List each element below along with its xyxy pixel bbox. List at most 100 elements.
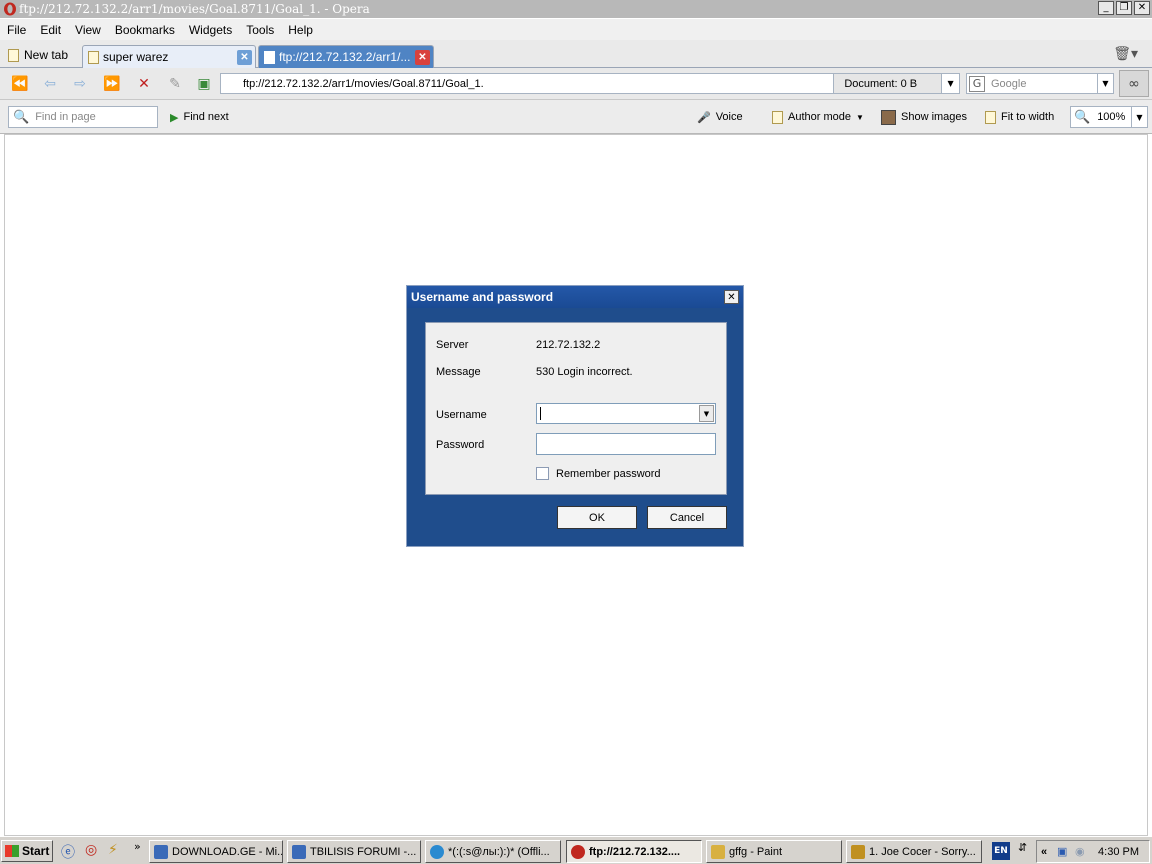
address-url[interactable]: ftp://212.72.132.2/arr1/movies/Goal.8711… bbox=[243, 78, 833, 90]
task-label: TBILISIS FORUMI -... bbox=[310, 845, 417, 858]
close-window-button[interactable]: ✕ bbox=[1134, 1, 1150, 15]
page-icon bbox=[88, 50, 99, 64]
address-dropdown-icon[interactable]: ▼ bbox=[941, 74, 959, 93]
play-icon: ▶ bbox=[170, 111, 179, 124]
checkbox-box[interactable] bbox=[536, 467, 549, 480]
menu-tools[interactable]: Tools bbox=[241, 23, 279, 37]
password-field[interactable] bbox=[536, 433, 716, 455]
menu-view[interactable]: View bbox=[70, 23, 106, 37]
opera-task-icon bbox=[571, 844, 585, 859]
taskbar-item-paint[interactable]: gffg - Paint bbox=[706, 840, 842, 863]
add-bookmark-icon[interactable]: ▣ bbox=[194, 75, 214, 93]
tab-ftp[interactable]: ftp://212.72.132.2/arr1/... ✕ bbox=[258, 45, 434, 68]
username-field[interactable]: ▼ bbox=[536, 403, 716, 424]
trash-icon[interactable]: 🗑▾ bbox=[1113, 46, 1138, 62]
network-tray-icon[interactable]: ▣ bbox=[1057, 845, 1067, 858]
start-button[interactable]: Start bbox=[1, 840, 53, 862]
glasses-icon[interactable]: ∞ bbox=[1119, 70, 1149, 97]
show-images-button[interactable]: Show images bbox=[881, 108, 967, 126]
navigation-toolbar: ⏪ ⇦ ⇨ ⏩ ✕ ✎ ▣ ftp://212.72.132.2/arr1/mo… bbox=[0, 68, 1152, 100]
close-tab-icon[interactable]: ✕ bbox=[415, 49, 430, 65]
forward-icon[interactable]: ⇨ bbox=[70, 75, 90, 93]
fit-to-width-icon bbox=[985, 110, 996, 124]
zoom-control[interactable]: 🔍 100% ▼ bbox=[1070, 106, 1148, 128]
tab-super-warez[interactable]: super warez ✕ bbox=[82, 45, 256, 68]
search-icon: 🔍 bbox=[13, 109, 30, 125]
language-indicator[interactable]: EN bbox=[992, 842, 1010, 860]
taskbar-item-tbilisis[interactable]: TBILISIS FORUMI -... bbox=[287, 840, 421, 863]
document-size: Document: 0 B bbox=[833, 74, 942, 93]
taskbar-item-chat[interactable]: *(:(:s@лы:):)* (Offli... bbox=[425, 840, 561, 863]
find-in-page-input[interactable]: 🔍 Find in page bbox=[8, 106, 158, 128]
voice-button[interactable]: 🎤 Voice bbox=[697, 108, 743, 126]
minimize-button[interactable]: _ bbox=[1098, 1, 1114, 15]
fast-forward-icon[interactable]: ⏩ bbox=[102, 75, 122, 93]
task-label: gffg - Paint bbox=[729, 845, 782, 858]
menu-bar: File Edit View Bookmarks Widgets Tools H… bbox=[0, 19, 1152, 40]
rewind-icon[interactable]: ⏪ bbox=[10, 75, 30, 93]
taskbar-options-icon[interactable]: ⇵ bbox=[1018, 841, 1027, 854]
username-label: Username bbox=[436, 409, 487, 421]
show-images-label: Show images bbox=[901, 111, 968, 123]
security-tray-icon[interactable]: ◉ bbox=[1075, 845, 1085, 858]
dialog-title: Username and password bbox=[407, 286, 743, 308]
edit-icon[interactable]: ✎ bbox=[165, 75, 185, 93]
taskbar-item-opera[interactable]: ftp://212.72.132.... bbox=[566, 840, 702, 863]
zoom-dropdown-icon[interactable]: ▼ bbox=[1131, 107, 1147, 127]
window-title: ftp://212.72.132.2/arr1/movies/Goal.8711… bbox=[19, 2, 370, 16]
menu-widgets[interactable]: Widgets bbox=[184, 23, 237, 37]
back-icon[interactable]: ⇦ bbox=[40, 75, 60, 93]
find-toolbar: 🔍 Find in page ▶ Find next 🎤 Voice Autho… bbox=[0, 100, 1152, 134]
system-tray: « ▣ ◉ 4:30 PM bbox=[1036, 840, 1150, 863]
new-tab-button[interactable]: New tab bbox=[8, 44, 68, 66]
fit-to-width-button[interactable]: Fit to width bbox=[985, 108, 1054, 126]
server-value: 212.72.132.2 bbox=[536, 339, 601, 351]
search-engine-dropdown-icon[interactable]: ▼ bbox=[1097, 74, 1113, 93]
clock[interactable]: 4:30 PM bbox=[1098, 846, 1139, 858]
menu-edit[interactable]: Edit bbox=[35, 23, 66, 37]
task-label: 1. Joe Cocer - Sorry... bbox=[869, 845, 976, 858]
close-tab-icon[interactable]: ✕ bbox=[237, 49, 252, 65]
search-input[interactable]: Google bbox=[991, 78, 1097, 90]
cancel-button[interactable]: Cancel bbox=[647, 506, 727, 529]
ok-button[interactable]: OK bbox=[557, 506, 637, 529]
opera-quicklaunch-icon[interactable]: ◎ bbox=[85, 842, 97, 858]
chevron-down-icon: ▼ bbox=[855, 112, 864, 122]
restore-button[interactable]: ❐ bbox=[1116, 1, 1132, 15]
search-box[interactable]: G Google ▼ bbox=[966, 73, 1114, 94]
menu-help[interactable]: Help bbox=[283, 23, 318, 37]
find-next-button[interactable]: ▶ Find next bbox=[170, 108, 229, 126]
more-quicklaunch-icon[interactable]: » bbox=[134, 840, 141, 853]
find-placeholder: Find in page bbox=[35, 111, 96, 123]
microphone-icon: 🎤 bbox=[697, 111, 711, 124]
menu-file[interactable]: File bbox=[2, 23, 31, 37]
ie-quicklaunch-icon[interactable]: ⓔ bbox=[61, 842, 75, 862]
text-cursor bbox=[540, 407, 541, 420]
tray-expand-icon[interactable]: « bbox=[1041, 846, 1047, 858]
stop-icon[interactable]: ✕ bbox=[134, 75, 154, 93]
username-dropdown-icon[interactable]: ▼ bbox=[699, 405, 714, 422]
menu-bookmarks[interactable]: Bookmarks bbox=[110, 23, 180, 37]
author-mode-label: Author mode bbox=[788, 111, 851, 123]
zoom-value: 100% bbox=[1097, 111, 1126, 123]
address-bar[interactable]: ftp://212.72.132.2/arr1/movies/Goal.8711… bbox=[220, 73, 960, 94]
browser-task-icon bbox=[292, 844, 306, 859]
winamp-quicklaunch-icon[interactable]: ⚡ bbox=[108, 842, 118, 858]
taskbar-item-download[interactable]: DOWNLOAD.GE - Mi... bbox=[149, 840, 283, 863]
find-next-label: Find next bbox=[183, 111, 229, 123]
dialog-close-button[interactable]: ✕ bbox=[724, 290, 739, 304]
new-tab-label: New tab bbox=[24, 48, 69, 62]
browser-task-icon bbox=[154, 844, 168, 859]
paint-task-icon bbox=[711, 844, 725, 859]
taskbar-item-winamp[interactable]: 1. Joe Cocer - Sorry... bbox=[846, 840, 982, 863]
tab-bar: New tab super warez ✕ ftp://212.72.132.2… bbox=[0, 40, 1152, 68]
tab-label: ftp://212.72.132.2/arr1/... bbox=[279, 50, 411, 64]
fit-to-width-label: Fit to width bbox=[1001, 111, 1055, 123]
server-label: Server bbox=[436, 339, 469, 351]
zoom-icon: 🔍 bbox=[1074, 109, 1091, 125]
tab-label: super warez bbox=[103, 50, 169, 64]
author-mode-button[interactable]: Author mode ▼ bbox=[772, 108, 864, 126]
opera-logo-icon bbox=[4, 2, 16, 16]
remember-password-checkbox[interactable]: Remember password bbox=[536, 467, 661, 480]
message-label: Message bbox=[436, 366, 481, 378]
